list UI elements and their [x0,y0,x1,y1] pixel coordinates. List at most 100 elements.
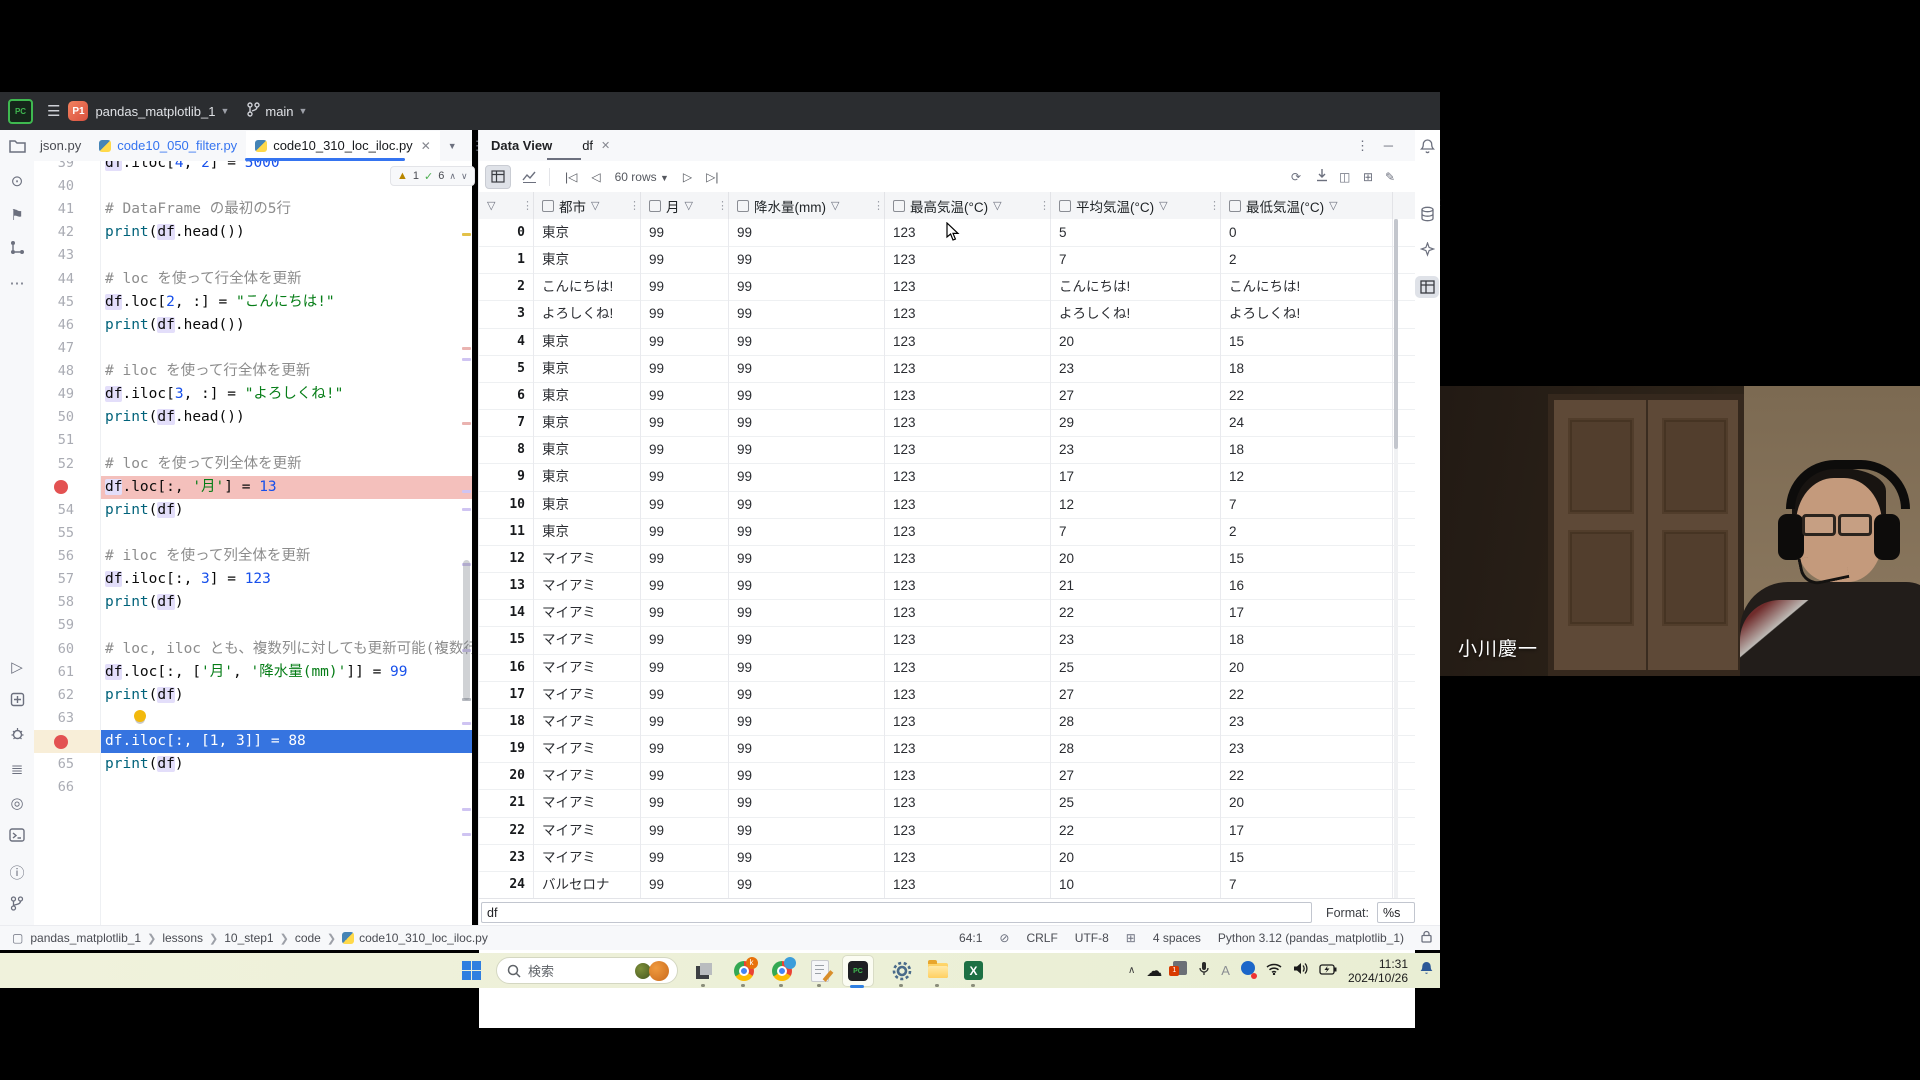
row-index-cell[interactable]: 2 [479,273,534,300]
table-cell[interactable]: マイアミ [534,708,641,735]
table-cell[interactable]: 99 [729,463,885,490]
column-handle-icon[interactable]: ⋮ [1039,199,1050,212]
table-row[interactable]: 4東京99991232015 [479,328,1415,356]
table-cell[interactable]: 99 [729,789,885,816]
table-cell[interactable]: 99 [641,871,729,898]
table-cell[interactable]: 99 [641,246,729,273]
filter-icon[interactable]: ▽ [1159,199,1167,212]
row-index-cell[interactable]: 23 [479,844,534,871]
table-cell[interactable]: 99 [729,626,885,653]
breadcrumb-code[interactable]: code [295,931,321,945]
table-cell[interactable]: 123 [885,762,1051,789]
table-cell[interactable]: 99 [729,545,885,572]
table-cell[interactable]: 27 [1051,762,1221,789]
table-cell[interactable]: 7 [1221,491,1393,518]
table-cell[interactable]: 99 [729,572,885,599]
microphone-icon[interactable] [1198,961,1210,981]
breadcrumb-lessons[interactable]: lessons [162,931,203,945]
table-cell[interactable]: 27 [1051,382,1221,409]
lock-icon[interactable] [1421,930,1432,946]
row-index-cell[interactable]: 7 [479,409,534,436]
wifi-icon[interactable] [1266,962,1282,980]
table-cell[interactable]: 29 [1051,409,1221,436]
table-cell[interactable]: 20 [1221,654,1393,681]
services-icon[interactable]: ≣ [0,760,34,778]
prev-page-icon[interactable]: ◁ [591,170,600,184]
table-cell[interactable]: 7 [1051,518,1221,545]
row-index-cell[interactable]: 18 [479,708,534,735]
column-header[interactable]: 降水量(mm)▽ [729,192,885,219]
export-icon[interactable] [1315,168,1329,185]
table-row[interactable]: 17マイアミ99991232722 [479,681,1415,709]
table-cell[interactable]: 20 [1051,844,1221,871]
table-cell[interactable]: 5 [1051,219,1221,246]
table-cell[interactable]: よろしくね! [1051,300,1221,327]
onedrive-icon[interactable]: ☁ [1146,961,1162,981]
row-index-cell[interactable]: 10 [479,491,534,518]
table-cell[interactable]: 123 [885,273,1051,300]
row-index-cell[interactable]: 3 [479,300,534,327]
stripe-mark[interactable] [462,808,471,811]
table-cell[interactable]: マイアミ [534,762,641,789]
table-cell[interactable]: 99 [729,246,885,273]
filter-icon[interactable]: ▽ [591,199,599,212]
notifications-bell-icon[interactable] [1415,138,1439,157]
table-cell[interactable]: マイアミ [534,545,641,572]
prev-problem-icon[interactable]: ∧ [449,171,456,182]
column-handle-icon[interactable]: ⋮ [873,199,884,212]
table-cell[interactable]: 99 [641,708,729,735]
table-cell[interactable]: 99 [729,654,885,681]
table-row[interactable]: 13マイアミ99991232116 [479,572,1415,600]
filter-icon[interactable]: ▽ [831,199,839,212]
table-cell[interactable]: 99 [641,328,729,355]
table-row[interactable]: 23マイアミ99991232015 [479,844,1415,872]
table-cell[interactable]: マイアミ [534,817,641,844]
table-cell[interactable]: 25 [1051,654,1221,681]
table-cell[interactable]: 99 [729,762,885,789]
table-cell[interactable]: 99 [729,735,885,762]
page-size-selector[interactable]: 60 rows ▼ [615,170,669,184]
table-cell[interactable]: 99 [729,599,885,626]
table-cell[interactable]: 99 [641,409,729,436]
intention-bulb-icon[interactable] [134,710,146,722]
breadcrumb-project[interactable]: pandas_matplotlib_1 [30,931,141,945]
next-page-icon[interactable]: ▷ [683,170,692,184]
coverage-icon[interactable]: ◎ [0,794,34,812]
table-cell[interactable]: 10 [1051,871,1221,898]
table-row[interactable]: 8東京99991232318 [479,436,1415,464]
column-handle-icon[interactable]: ⋮ [629,199,640,212]
table-cell[interactable]: 99 [641,762,729,789]
battery-icon[interactable] [1319,962,1337,980]
table-cell[interactable]: 27 [1051,681,1221,708]
database-icon[interactable] [1415,206,1439,225]
row-index-cell[interactable]: 9 [479,463,534,490]
row-index-cell[interactable]: 12 [479,545,534,572]
table-cell[interactable]: 15 [1221,545,1393,572]
table-cell[interactable]: 22 [1221,382,1393,409]
table-cell[interactable]: 99 [641,572,729,599]
table-cell[interactable]: 東京 [534,463,641,490]
row-index-cell[interactable]: 5 [479,355,534,382]
file-encoding[interactable]: UTF-8 [1075,931,1109,945]
table-cell[interactable]: 99 [641,545,729,572]
table-cell[interactable]: マイアミ [534,844,641,871]
row-index-cell[interactable]: 24 [479,871,534,898]
row-index-cell[interactable]: 20 [479,762,534,789]
more-tool-windows-icon[interactable]: ⋯ [0,274,34,292]
readonly-icon[interactable]: ⊞ [1126,931,1136,945]
table-row[interactable]: 15マイアミ99991232318 [479,626,1415,654]
table-cell[interactable]: 7 [1221,871,1393,898]
table-view-icon[interactable] [485,165,511,189]
table-cell[interactable]: 99 [729,708,885,735]
table-cell[interactable]: 99 [729,817,885,844]
table-row[interactable]: 20マイアミ99991232722 [479,762,1415,790]
tab-json[interactable]: json.py [34,131,90,161]
tray-app-icon[interactable]: A [1221,963,1230,978]
terminal-icon[interactable] [0,828,34,846]
column-header[interactable]: 最高気温(°C)▽ [885,192,1051,219]
table-cell[interactable]: 22 [1051,817,1221,844]
table-cell[interactable]: マイアミ [534,572,641,599]
table-cell[interactable]: 123 [885,463,1051,490]
file-explorer-button[interactable] [924,957,951,984]
tab-code10-050-filter[interactable]: code10_050_filter.py [90,131,246,161]
